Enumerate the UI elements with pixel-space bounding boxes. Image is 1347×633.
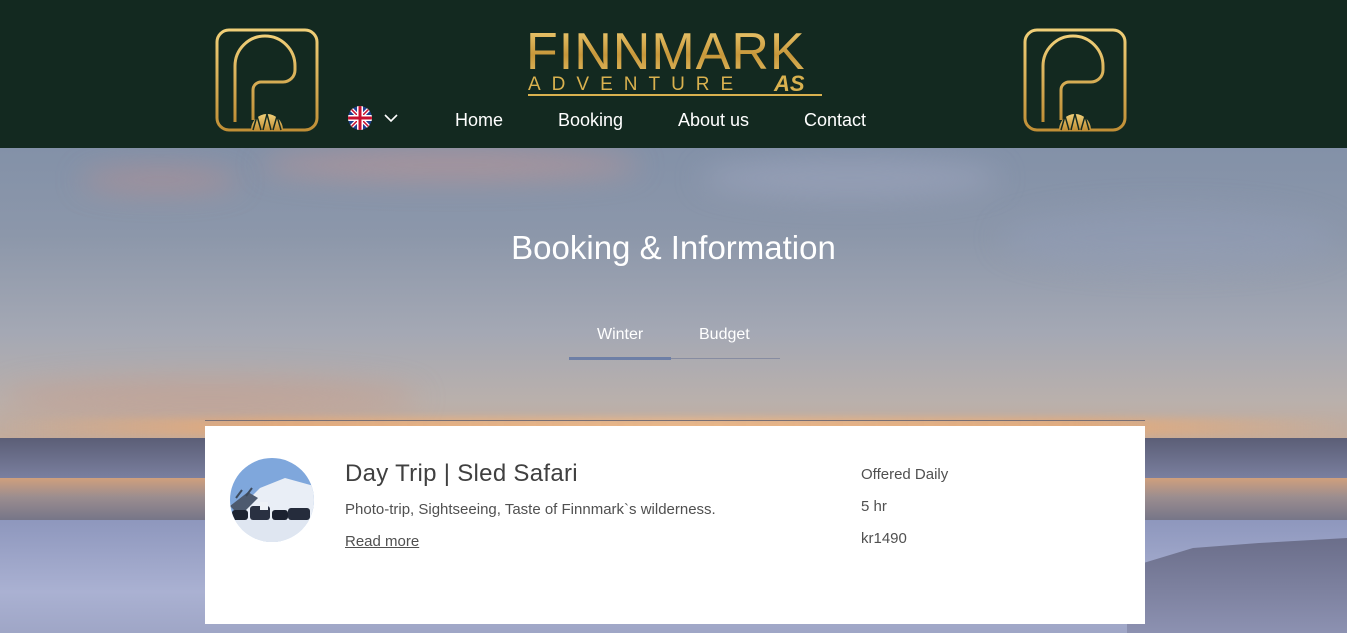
nav-item-home[interactable]: Home <box>455 109 503 131</box>
season-tabs: Winter Budget <box>569 318 780 360</box>
read-more-link[interactable]: Read more <box>345 533 419 551</box>
chevron-down-icon <box>384 114 398 123</box>
service-availability: Offered Daily <box>861 466 949 483</box>
brand-title: FINNMARK <box>526 23 806 81</box>
nav-item-booking[interactable]: Booking <box>558 109 623 131</box>
site-header: FINNMARK ADVENTURE AS Home Booking About… <box>0 0 1347 148</box>
service-card: Day Trip | Sled Safari Photo-trip, Sight… <box>205 426 1145 624</box>
section-divider <box>205 420 1145 421</box>
brand-subtitle: ADVENTURE <box>528 74 745 95</box>
service-thumbnail-image[interactable] <box>230 458 314 542</box>
page-title: Booking & Information <box>511 229 836 266</box>
nav-item-about-us[interactable]: About us <box>678 109 749 131</box>
tab-winter[interactable]: Winter <box>597 326 643 344</box>
nav-item-contact[interactable]: Contact <box>804 109 866 131</box>
service-title[interactable]: Day Trip | Sled Safari <box>345 460 578 488</box>
brand-suffix: AS <box>774 71 805 96</box>
brand-wordmark[interactable]: FINNMARK ADVENTURE AS <box>526 23 824 98</box>
brand-logo-icon[interactable] <box>213 26 321 134</box>
tab-budget[interactable]: Budget <box>699 326 750 344</box>
language-selector[interactable] <box>348 106 398 130</box>
service-duration: 5 hr <box>861 498 887 515</box>
service-description: Photo-trip, Sightseeing, Taste of Finnma… <box>345 501 716 518</box>
uk-flag-icon <box>348 106 372 130</box>
service-price: kr1490 <box>861 530 907 547</box>
brand-underline <box>528 94 822 96</box>
tab-active-indicator <box>569 357 671 360</box>
brand-logo-icon <box>1023 28 1127 132</box>
